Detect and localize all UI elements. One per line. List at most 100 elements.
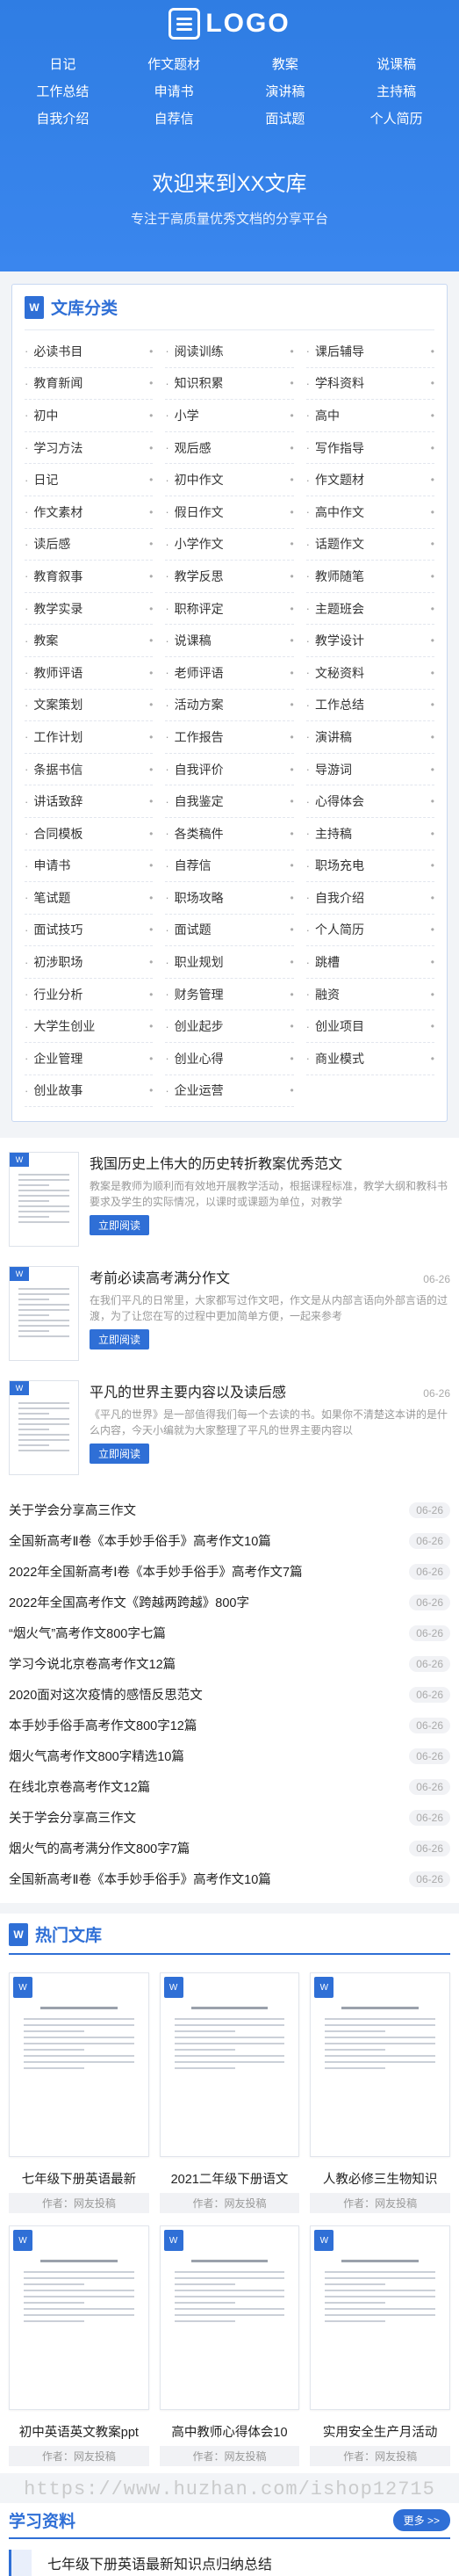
article-row[interactable]: 2020面对这次疫情的感悟反思范文 06-26 [9,1679,450,1710]
category-item[interactable]: · 观后感 • [165,432,294,465]
category-item[interactable]: · 活动方案 • [165,690,294,722]
category-item[interactable]: · 讲话致辞 • [25,785,154,818]
article-title[interactable]: 烟火气高考作文800字精选10篇 [9,1747,184,1765]
category-item[interactable]: · 申请书 • [25,850,154,883]
hot-doc-card[interactable]: W 2021二年级下册语文 作者：网友投稿 [159,1972,300,2214]
featured-title[interactable]: 考前必读高考满分作文 [90,1266,230,1287]
category-item[interactable]: · 教学实录 • [25,593,154,626]
nav-item[interactable]: 教案 [230,54,341,73]
category-item[interactable]: · 自荐信 • [165,850,294,883]
article-row[interactable]: 2022年全国新高考Ⅰ卷《本手妙手俗手》高考作文7篇 06-26 [9,1556,450,1587]
article-row[interactable]: 2022年全国高考作文《跨越两跨越》800字 06-26 [9,1587,450,1617]
category-item[interactable]: · 阅读训练 • [165,336,294,368]
hot-doc-card[interactable]: W 人教必修三生物知识 作者：网友投稿 [310,1972,450,2214]
category-item[interactable]: · 作文题材 • [305,464,434,496]
article-row[interactable]: “烟火气”高考作文800字七篇 06-26 [9,1617,450,1648]
category-item[interactable]: · 说课稿 • [165,625,294,657]
nav-item[interactable]: 主持稿 [341,82,452,100]
hot-doc-title[interactable]: 实用安全生产月活动 [310,2422,450,2441]
nav-item[interactable]: 作文题材 [118,54,230,73]
article-title[interactable]: 2020面对这次疫情的感悟反思范文 [9,1685,203,1704]
category-item[interactable]: · 课后辅导 • [305,336,434,368]
category-item[interactable]: · 读后感 • [25,529,154,561]
category-item[interactable]: · 条据书信 • [25,754,154,786]
category-item[interactable]: · 企业管理 • [25,1043,154,1075]
category-item[interactable]: · 话题作文 • [305,529,434,561]
nav-item[interactable]: 说课稿 [341,54,452,73]
nav-item[interactable]: 自我介绍 [7,109,118,127]
article-title[interactable]: 2022年全国新高考Ⅰ卷《本手妙手俗手》高考作文7篇 [9,1562,303,1581]
category-item[interactable]: · 主题班会 • [305,593,434,626]
category-item[interactable]: · 教师随笔 • [305,561,434,593]
nav-item[interactable]: 自荐信 [118,109,230,127]
article-title[interactable]: 关于学会分享高三作文 [9,1501,136,1519]
category-item[interactable]: · 商业模式 • [305,1043,434,1075]
article-title[interactable]: 2022年全国高考作文《跨越两跨越》800字 [9,1593,249,1611]
article-title[interactable]: 本手妙手俗手高考作文800字12篇 [9,1716,197,1734]
category-item[interactable]: · 文秘资料 • [305,657,434,690]
article-title[interactable]: 烟火气的高考满分作文800字7篇 [9,1839,190,1857]
logo[interactable]: LOGO [0,0,459,47]
category-item[interactable]: · 面试技巧 • [25,915,154,947]
article-title[interactable]: 全国新高考Ⅱ卷《本手妙手俗手》高考作文10篇 [9,1870,271,1888]
hot-doc-card[interactable]: W 高中教师心得体会10 作者：网友投稿 [159,2225,300,2467]
nav-item[interactable]: 面试题 [230,109,341,127]
category-item[interactable]: · 教育新闻 • [25,368,154,401]
read-now-button[interactable]: 立即阅读 [90,1329,150,1350]
category-item[interactable]: · 合同模板 • [25,818,154,850]
category-item[interactable]: · 融资 • [305,979,434,1011]
category-item[interactable]: · 学科资料 • [305,368,434,401]
category-item[interactable]: · 假日作文 • [165,496,294,529]
nav-item[interactable]: 个人简历 [341,109,452,127]
nav-item[interactable]: 申请书 [118,82,230,100]
category-item[interactable]: · 跳槽 • [305,946,434,979]
category-item[interactable]: · 行业分析 • [25,979,154,1011]
category-item[interactable]: · 面试题 • [165,915,294,947]
category-item[interactable]: · 小学 • [165,400,294,432]
category-item[interactable]: · 教案 • [25,625,154,657]
category-item[interactable]: · 自我鉴定 • [165,785,294,818]
category-item[interactable]: · 工作计划 • [25,721,154,754]
category-item[interactable]: · 老师评语 • [165,657,294,690]
category-item[interactable]: · 教师评语 • [25,657,154,690]
category-item[interactable]: · 初中 • [25,400,154,432]
article-row[interactable]: 烟火气高考作文800字精选10篇 06-26 [9,1740,450,1771]
category-item[interactable]: · 企业运营 • [165,1075,294,1108]
category-item[interactable]: · 小学作文 • [165,529,294,561]
article-title[interactable]: 在线北京卷高考作文12篇 [9,1777,150,1796]
hot-doc-title[interactable]: 人教必修三生物知识 [310,2169,450,2188]
nav-item[interactable]: 日记 [7,54,118,73]
article-row[interactable]: 关于学会分享高三作文 06-26 [9,1802,450,1833]
article-title[interactable]: 学习今说北京卷高考作文12篇 [9,1654,176,1673]
category-item[interactable]: · 个人简历 • [305,915,434,947]
article-row[interactable]: 关于学会分享高三作文 06-26 [9,1494,450,1525]
article-row[interactable]: 全国新高考Ⅱ卷《本手妙手俗手》高考作文10篇 06-26 [9,1863,450,1894]
category-item[interactable]: · 工作总结 • [305,690,434,722]
category-item[interactable]: · 初涉职场 • [25,946,154,979]
category-item[interactable]: · 职业规划 • [165,946,294,979]
category-item[interactable]: · 初中作文 • [165,464,294,496]
category-item[interactable]: · 必读书目 • [25,336,154,368]
category-item[interactable]: · 知识积累 • [165,368,294,401]
featured-item[interactable]: W 考前必读高考满分作文 06-26 在我们平凡的日常里，大家都写过作文吧，作文… [9,1259,450,1373]
category-item[interactable]: · 高中作文 • [305,496,434,529]
category-item[interactable]: · 自我评价 • [165,754,294,786]
featured-title[interactable]: 平凡的世界主要内容以及读后感 [90,1380,286,1401]
category-item[interactable]: · 教学反思 • [165,561,294,593]
category-item[interactable]: · 创业故事 • [25,1075,154,1108]
read-now-button[interactable]: 立即阅读 [90,1444,150,1465]
category-item[interactable]: · 写作指导 • [305,432,434,465]
article-row[interactable]: 烟火气的高考满分作文800字7篇 06-26 [9,1833,450,1863]
hot-doc-title[interactable]: 2021二年级下册语文 [160,2169,300,2188]
category-item[interactable]: · 高中 • [305,400,434,432]
category-item[interactable]: · 财务管理 • [165,979,294,1011]
hot-doc-card[interactable]: W 实用安全生产月活动 作者：网友投稿 [310,2225,450,2467]
category-item[interactable]: · 作文素材 • [25,496,154,529]
category-item[interactable]: · 日记 • [25,464,154,496]
category-item[interactable]: · 创业项目 • [305,1010,434,1044]
category-item[interactable]: · 教育叙事 • [25,561,154,593]
featured-item[interactable]: W 我国历史上伟大的历史转折教案优秀范文 教案是教师为顺利而有效地开展教学活动，… [9,1145,450,1259]
article-row[interactable]: 在线北京卷高考作文12篇 06-26 [9,1771,450,1802]
article-title[interactable]: 关于学会分享高三作文 [9,1808,136,1827]
article-row[interactable]: 本手妙手俗手高考作文800字12篇 06-26 [9,1710,450,1740]
